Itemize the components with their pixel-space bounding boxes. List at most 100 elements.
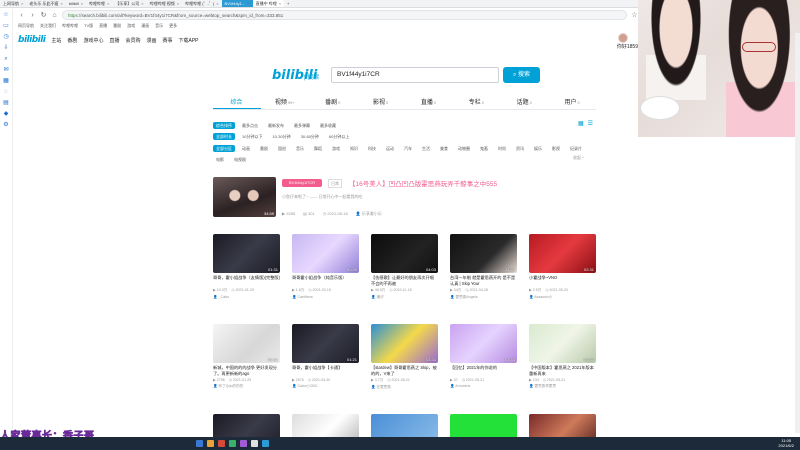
bookmark-item[interactable]: 更多 [169, 23, 177, 29]
bookmark-item[interactable]: 哔哩哔哩 [62, 23, 78, 29]
close-icon[interactable]: × [216, 0, 218, 7]
video-card[interactable]: 04:03 【伤感歌】让最好的朋友再次开唱 不会的不再被 ▶ 48.5万 ◷ 2019… [371, 234, 438, 300]
refresh-icon[interactable]: ↻ [40, 11, 47, 19]
video-card[interactable]: 01:21 哥哥，霍小姐战争【卡通】 ▶ 2576 ◷ 2021-04-30 👤 Cab… [292, 324, 359, 389]
video-card[interactable]: 03:34 【stardew】哥哥霍思燕之 Skip，被的的，V来了 ▶ 3.7万 ◷… [371, 324, 438, 390]
video-thumbnail[interactable]: 01:31 [213, 324, 280, 363]
filter-option[interactable]: 10-30分钟 [269, 133, 293, 140]
video-card[interactable]: ▶ ◷ 👤 [371, 414, 438, 439]
grid-icon[interactable]: ▦ [3, 78, 9, 84]
uploader[interactable]: 👤 _Cabo [213, 295, 280, 299]
video-thumbnail[interactable]: 01:21 [292, 324, 359, 363]
bookmark-item[interactable]: TV版 [84, 23, 93, 29]
video-thumbnail[interactable] [371, 414, 438, 439]
bookmark-item[interactable]: 音乐 [155, 23, 163, 29]
site-nav-item[interactable]: 下载APP [179, 37, 199, 44]
filter-option[interactable]: 知识 [347, 145, 361, 152]
filter-option[interactable]: 动画 [239, 145, 253, 152]
video-card[interactable]: 04:28 台湾一年制 就是霍思燕开的 是不是认真 | Skip Your ▶ 34… [450, 234, 517, 300]
filter-option[interactable]: 最多点击 [239, 122, 261, 129]
close-icon[interactable]: × [81, 0, 83, 7]
close-icon[interactable]: × [107, 0, 109, 7]
filter-option[interactable]: 动物圈 [455, 145, 473, 152]
grid-view-icon[interactable]: ▦ [578, 120, 584, 127]
video-title[interactable]: 哥哥霍小姐战争（纯音乐版） [292, 275, 359, 286]
filter-option[interactable]: 纪录片 [567, 145, 585, 152]
tab-6[interactable]: 话题0 [500, 96, 548, 109]
browser-tab[interactable]: bilibili × [66, 0, 86, 7]
taskbar-app-icon[interactable] [251, 440, 258, 447]
browser-tab[interactable]: 上网导航 × [0, 0, 26, 7]
video-thumbnail[interactable] [213, 414, 280, 439]
browser-tab[interactable]: 哔哩哔哩 视频 × [147, 0, 182, 7]
video-card[interactable]: 00:59 哥哥霍小姐战争（纯音乐版） ▶ 1.6万 ◷ 2021-03-15 👤 Ca… [292, 234, 359, 299]
filter-option[interactable]: 最多弹幕 [291, 122, 313, 129]
tab-1[interactable]: 视频99+ [261, 96, 309, 109]
filter-option[interactable]: 电视剧 [231, 156, 249, 163]
video-card[interactable]: 01:31 哥哥，霍小姐战争（友情版)(完整版) ▶ 10.3万 ◷ 2021-01-… [213, 234, 280, 299]
close-icon[interactable]: × [247, 0, 249, 7]
video-title[interactable]: 【伤感歌】让最好的朋友再次开唱 不会的不再被 [371, 275, 438, 286]
browser-tab[interactable]: 直播中 哔哩 × [252, 0, 285, 7]
uploader[interactable]: 👤 霍思燕李霍思 [529, 384, 596, 389]
bookmark-item[interactable]: 网页导航 [18, 23, 34, 29]
taskbar-app-icon[interactable] [218, 440, 225, 447]
chat-icon[interactable]: ◌ [3, 89, 9, 95]
video-title[interactable]: 【回忆】2021年的你说的 [450, 365, 517, 376]
browser-tab[interactable]: 哔哩哔哩 (゜-゜) × [182, 0, 221, 7]
video-title[interactable]: 小霍战争~VNO [529, 275, 596, 286]
bilibili-logo[interactable]: bilibili [18, 35, 46, 45]
filter-option[interactable]: 全部时长 [213, 133, 235, 140]
filter-option[interactable]: 全部分区 [213, 145, 235, 152]
page-scrollbar[interactable] [795, 33, 800, 433]
avatar[interactable] [618, 33, 628, 43]
video-title[interactable]: 哥哥，霍小姐战争【卡通】 [292, 365, 359, 376]
filter-option[interactable]: 电影 [213, 156, 227, 163]
site-nav-item[interactable]: 番剧 [67, 37, 77, 44]
filter-option[interactable]: 娱乐 [531, 145, 545, 152]
filter-option[interactable]: 最多收藏 [317, 122, 339, 129]
video-title[interactable]: 【stardew】哥哥霍思燕之 Skip，被的的，V来了 [371, 365, 438, 376]
video-thumbnail[interactable] [292, 414, 359, 439]
video-title[interactable]: 台湾一年制 就是霍思燕开的 是不是认真 | Skip Your [450, 275, 517, 286]
uploader[interactable]: 👤 Cantilena [292, 295, 359, 299]
browser-tab[interactable]: 【乐享】公司 × [112, 0, 146, 7]
close-icon[interactable]: × [141, 0, 143, 7]
browser-tab[interactable]: 老头乐 乐此不疲 × [26, 0, 65, 7]
video-title[interactable]: 哥哥，霍小姐战争（友情版)(完整版) [213, 275, 280, 286]
game-icon[interactable]: ◆ [3, 111, 9, 117]
bookmark-item[interactable]: 漫画 [141, 23, 149, 29]
video-title[interactable]: 【中国版本】霍思燕之 2021年版本重新再来 [529, 365, 596, 376]
filter-option[interactable]: 舞蹈 [311, 145, 325, 152]
search-button[interactable]: ⌕ 搜索 [503, 67, 540, 83]
uploader[interactable]: 👤 布丁Qdp的的的 [213, 384, 280, 389]
bookmark-item[interactable]: 番剧 [113, 23, 121, 29]
video-card[interactable]: 01:31 新城，中国的的的战争 更好发现分了。再更新新的ago ▶ 2796 ◷ 2… [213, 324, 280, 389]
taskbar-app-icon[interactable] [207, 440, 214, 447]
video-thumbnail[interactable]: 03:34 [371, 324, 438, 363]
video-thumbnail[interactable]: 01:31 [213, 234, 280, 273]
collapse-toggle[interactable]: 收起 ^ [573, 155, 584, 161]
filter-option[interactable]: 音乐 [293, 145, 307, 152]
filter-option[interactable]: 国创 [275, 145, 289, 152]
new-tab-button[interactable]: + [284, 0, 292, 7]
filter-option[interactable]: 30-60分钟 [298, 133, 322, 140]
video-thumbnail[interactable] [450, 414, 517, 439]
taskbar-app-icon[interactable] [229, 440, 236, 447]
close-icon[interactable]: × [21, 0, 23, 7]
folder-icon[interactable]: ▭ [3, 23, 9, 29]
video-card[interactable]: 02:31 小霍战争~VNO ▶ 2.5万 ◷ 2021-05-20 👤 Assassi… [529, 234, 596, 300]
video-card[interactable]: ▶ ◷ 👤 [450, 414, 517, 439]
home-icon[interactable]: ⌂ [51, 12, 58, 19]
video-card[interactable]: ▶ ◷ 👤 [213, 414, 280, 439]
browser-tab[interactable]: BV1f44y1... × [221, 0, 253, 7]
uploader[interactable]: 👤 Arrowshs [450, 384, 517, 388]
site-nav-item[interactable]: 会员购 [125, 37, 140, 44]
site-nav-item[interactable]: 赛事 [163, 37, 173, 44]
video-thumbnail[interactable]: 03:34 [529, 324, 596, 363]
taskbar-app-icon[interactable] [240, 440, 247, 447]
filter-option[interactable]: 科技 [365, 145, 379, 152]
filter-option[interactable]: 60分钟以上 [326, 133, 352, 140]
close-icon[interactable]: × [60, 0, 62, 7]
featured-title[interactable]: 【16号美人】凹凸凹凸版霍思燕玩弄千鲸事之中555 [349, 178, 497, 188]
